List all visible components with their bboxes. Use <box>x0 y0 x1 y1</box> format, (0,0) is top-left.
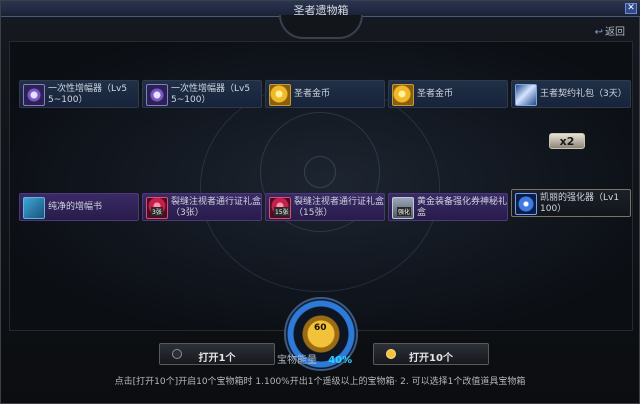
reward-item[interactable]: 一次性增幅器（Lv5 5~100） <box>142 80 262 108</box>
reward-item-label: 凯丽的强化器（Lv1 100） <box>540 193 620 214</box>
reward-item-label: 纯净的增幅书 <box>48 202 103 212</box>
open-one-label: 打开1个 <box>198 353 236 364</box>
hint-text: 点击[打开10个]开启10个宝物箱时 1.100%开出1个遥级以上的宝物箱· 2… <box>114 377 526 387</box>
reward-item[interactable]: 强化 黄金装备强化券神秘礼盒 <box>388 193 508 221</box>
energy-label: 宝物能量 <box>277 355 317 366</box>
close-icon[interactable]: ✕ <box>627 3 635 13</box>
gear-decoration <box>279 15 363 39</box>
magic-circle-decoration <box>304 156 336 188</box>
reward-item[interactable]: 纯净的增幅书 <box>19 193 139 221</box>
quantity-badge: 3张 <box>151 207 163 216</box>
multiplier-badge: x2 <box>549 133 585 149</box>
back-label: 返回 <box>605 27 625 38</box>
ticket-icon: 3张 <box>146 197 168 219</box>
reward-item-label: 圣者金币 <box>417 89 454 99</box>
back-button[interactable]: ↩ 返回 <box>595 23 625 38</box>
gift-pack-icon <box>515 84 537 106</box>
reward-item-label: 裂缝注视者通行证礼盒（15张） <box>294 197 385 218</box>
reward-item-label: 王者契约礼包（3天） <box>540 89 627 99</box>
amplifier-icon <box>23 84 45 106</box>
quantity-badge: 15张 <box>274 207 290 216</box>
reward-item-label: 一次性增幅器（Lv5 5~100） <box>48 84 128 105</box>
reward-item[interactable]: 3张 裂缝注视者通行证礼盒（3张） <box>142 193 262 221</box>
gold-coin-icon <box>392 84 414 106</box>
energy-percent: 40% <box>328 355 353 366</box>
mystery-box-icon: 强化 <box>392 197 414 219</box>
amplifier-icon <box>146 84 168 106</box>
relic-box-window: 圣者遗物箱 ✕ ↩ 返回 一次性增幅器（Lv5 5~100） 一次性增幅器（Lv5… <box>0 0 640 404</box>
return-arrow-icon: ↩ <box>594 27 603 38</box>
medal-value: 60 <box>314 323 327 333</box>
reward-item-label: 圣者金币 <box>294 89 331 99</box>
reward-item-label: 黄金装备强化券神秘礼盒 <box>417 197 508 218</box>
energy-display: 宝物能量 40% <box>277 351 397 366</box>
enhance-badge: 强化 <box>397 207 412 216</box>
close-button[interactable]: ✕ <box>625 3 637 14</box>
reward-item[interactable]: 凯丽的强化器（Lv1 100） <box>511 189 631 217</box>
amplify-book-icon <box>23 197 45 219</box>
reward-item[interactable]: 一次性增幅器（Lv5 5~100） <box>19 80 139 108</box>
reward-item-label: 一次性增幅器（Lv5 5~100） <box>171 84 251 105</box>
enhancer-icon <box>515 193 537 215</box>
gold-coin-icon <box>269 84 291 106</box>
reward-item-label: 裂缝注视者通行证礼盒（3张） <box>171 197 262 218</box>
reward-item[interactable]: 王者契约礼包（3天） <box>511 80 631 108</box>
reward-item[interactable]: 圣者金币 <box>388 80 508 108</box>
reward-item[interactable]: 圣者金币 <box>265 80 385 108</box>
open-one-button[interactable]: 打开1个 <box>159 343 275 365</box>
reward-item[interactable]: 15张 裂缝注视者通行证礼盒（15张） <box>265 193 385 221</box>
ticket-icon: 15张 <box>269 197 291 219</box>
